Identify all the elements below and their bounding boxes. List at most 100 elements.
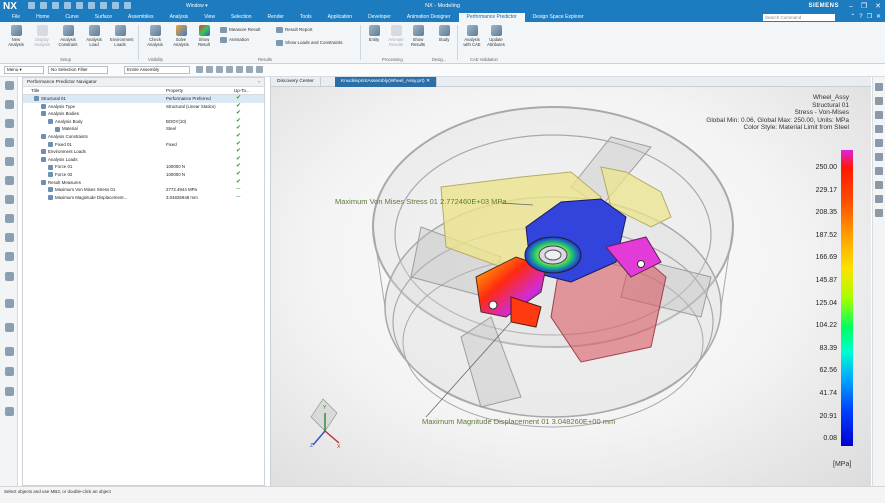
close-child-icon[interactable]: ✕ bbox=[876, 13, 881, 22]
tab-tools[interactable]: Tools bbox=[292, 13, 320, 22]
column-status[interactable]: Up-To... bbox=[234, 87, 250, 95]
restore-button[interactable]: ❐ bbox=[861, 0, 867, 13]
environment-loads-button[interactable]: Environment Loads bbox=[110, 25, 134, 47]
history-icon[interactable] bbox=[5, 195, 14, 204]
tree-row[interactable]: Result Measures ✔ bbox=[23, 179, 264, 187]
pan-icon[interactable] bbox=[875, 111, 883, 119]
column-property[interactable]: Property bbox=[166, 87, 183, 95]
redo-icon[interactable] bbox=[52, 2, 59, 9]
deselect-icon[interactable] bbox=[216, 66, 223, 73]
tab-application[interactable]: Application bbox=[320, 13, 360, 22]
pin-icon[interactable]: ▫ bbox=[258, 78, 260, 87]
tab-analysis[interactable]: Analysis bbox=[162, 13, 197, 22]
show-loads-button[interactable]: Show Loads and Constraints bbox=[276, 39, 343, 46]
assembly-navigator-icon[interactable] bbox=[5, 119, 14, 128]
tab-curve[interactable]: Curve bbox=[57, 13, 86, 22]
constraint-navigator-icon[interactable] bbox=[5, 138, 14, 147]
study-button[interactable]: Study bbox=[434, 25, 454, 42]
animation-button[interactable]: Animation bbox=[220, 36, 249, 43]
clock-icon[interactable] bbox=[5, 347, 14, 356]
web-browser-icon[interactable] bbox=[5, 176, 14, 185]
zoom-icon[interactable] bbox=[256, 66, 263, 73]
wireframe-icon[interactable] bbox=[875, 153, 883, 161]
paste-icon[interactable] bbox=[88, 2, 95, 9]
analysis-load-button[interactable]: Analysis Load bbox=[84, 25, 104, 47]
tree-row[interactable]: Maximum Magnitude Displacement... 3.04826… bbox=[23, 194, 264, 202]
display-icon[interactable] bbox=[875, 209, 883, 217]
tree-row[interactable]: Analysis Constraints ✔ bbox=[23, 133, 264, 141]
repeat-command-icon[interactable] bbox=[100, 2, 107, 9]
navigator-icon[interactable] bbox=[5, 81, 14, 90]
tab-surface[interactable]: Surface bbox=[87, 13, 120, 22]
measure-result-button[interactable]: Measure Result bbox=[220, 26, 261, 33]
menu-button[interactable]: Menu ▾ bbox=[4, 66, 44, 74]
hd3d-icon[interactable] bbox=[5, 387, 14, 396]
snap-point-icon[interactable] bbox=[236, 66, 243, 73]
tree-row[interactable]: Analysis Body BODY(10) ✔ bbox=[23, 118, 264, 126]
tree-row[interactable]: Maximum Von Mises Stress 01 2772.4944 MPa… bbox=[23, 186, 264, 194]
analysis-icon[interactable] bbox=[5, 323, 14, 332]
analysis-with-cae-button[interactable]: Analysis with CAE bbox=[462, 25, 482, 47]
tab-performance-predictor[interactable]: Performance Predictor bbox=[458, 13, 525, 22]
snapshot-icon[interactable] bbox=[875, 195, 883, 203]
performance-predictor-icon[interactable] bbox=[5, 272, 14, 281]
tab-file[interactable]: File bbox=[4, 13, 28, 22]
help-icon[interactable]: ? bbox=[859, 13, 862, 22]
update-attributes-button[interactable]: Update Attributes bbox=[486, 25, 506, 47]
section-icon[interactable] bbox=[875, 167, 883, 175]
entity-button[interactable]: Entity bbox=[364, 25, 384, 42]
select-all-icon[interactable] bbox=[206, 66, 213, 73]
cut-icon[interactable] bbox=[64, 2, 71, 9]
tree-row[interactable]: Material Steel ✔ bbox=[23, 125, 264, 133]
tree-row[interactable]: Environment Loads ✔ bbox=[23, 148, 264, 156]
solve-analysis-button[interactable]: Solve Analysis bbox=[171, 25, 191, 47]
tab-selection[interactable]: Selection bbox=[223, 13, 260, 22]
rotate-icon[interactable] bbox=[875, 125, 883, 133]
touch-mode-icon[interactable] bbox=[112, 2, 119, 9]
process-studio-icon[interactable] bbox=[5, 214, 14, 223]
xy-graph-icon[interactable] bbox=[5, 367, 14, 376]
tab-home[interactable]: Home bbox=[28, 13, 57, 22]
result-report-button[interactable]: Result Report bbox=[276, 26, 313, 33]
orient-icon[interactable] bbox=[875, 83, 883, 91]
tools-icon[interactable] bbox=[5, 407, 14, 416]
close-button[interactable]: ✕ bbox=[875, 0, 881, 13]
tree-row[interactable]: Structural 01 Performance Preferred ✔ bbox=[23, 95, 264, 103]
save-icon[interactable] bbox=[28, 2, 35, 9]
minimize-ribbon-icon[interactable]: ⌃ bbox=[850, 13, 855, 22]
tree-row[interactable]: Force 02 100000 N ✔ bbox=[23, 171, 264, 179]
tree-row[interactable]: Analysis Bodies ✔ bbox=[23, 110, 264, 118]
tab-developer[interactable]: Developer bbox=[360, 13, 399, 22]
minimize-button[interactable]: – bbox=[849, 0, 853, 13]
restore-child-icon[interactable]: ❐ bbox=[867, 13, 872, 22]
tab-animation-designer[interactable]: Animation Designer bbox=[399, 13, 459, 22]
snap-icon[interactable] bbox=[196, 66, 203, 73]
tree-row[interactable]: Analysis Type Structural (Linear Statics)… bbox=[23, 103, 264, 111]
undo-icon[interactable] bbox=[40, 2, 47, 9]
column-title[interactable]: Title bbox=[31, 87, 39, 95]
tab-render[interactable]: Render bbox=[260, 13, 292, 22]
display-analysis-button[interactable]: Display Analysis bbox=[32, 25, 52, 47]
switch-window-icon[interactable] bbox=[124, 2, 131, 9]
copy-icon[interactable] bbox=[76, 2, 83, 9]
part-navigator-icon[interactable] bbox=[5, 100, 14, 109]
analysis-constraint-button[interactable]: Analysis Constraint bbox=[58, 25, 78, 47]
system-materials-icon[interactable] bbox=[5, 252, 14, 261]
new-analysis-button[interactable]: New Analysis bbox=[6, 25, 26, 47]
graphics-window[interactable]: Discovery Center KnuckleprintAssembly(Wh… bbox=[270, 77, 871, 486]
tab-view[interactable]: View bbox=[196, 13, 223, 22]
measure-icon[interactable] bbox=[875, 181, 883, 189]
tree-row[interactable]: Analysis Loads ✔ bbox=[23, 156, 264, 164]
reuse-library-icon[interactable] bbox=[5, 157, 14, 166]
check-analysis-button[interactable]: Check Analysis bbox=[145, 25, 165, 47]
selection-filter-dropdown[interactable]: No Selection Filter bbox=[48, 66, 108, 74]
roles-icon[interactable] bbox=[5, 233, 14, 242]
tree-row[interactable]: Force 01 100000 N ✔ bbox=[23, 163, 264, 171]
tab-design-space-explorer[interactable]: Design Space Explorer bbox=[525, 13, 592, 22]
show-results-button[interactable]: Show Results bbox=[408, 25, 428, 47]
orient-view-icon[interactable] bbox=[246, 66, 253, 73]
animate-results-button[interactable]: Animate Results bbox=[386, 25, 406, 47]
window-menu[interactable]: Window ▾ bbox=[186, 2, 208, 10]
show-result-button[interactable]: Show Result bbox=[194, 25, 214, 47]
gear-icon[interactable] bbox=[5, 299, 14, 308]
